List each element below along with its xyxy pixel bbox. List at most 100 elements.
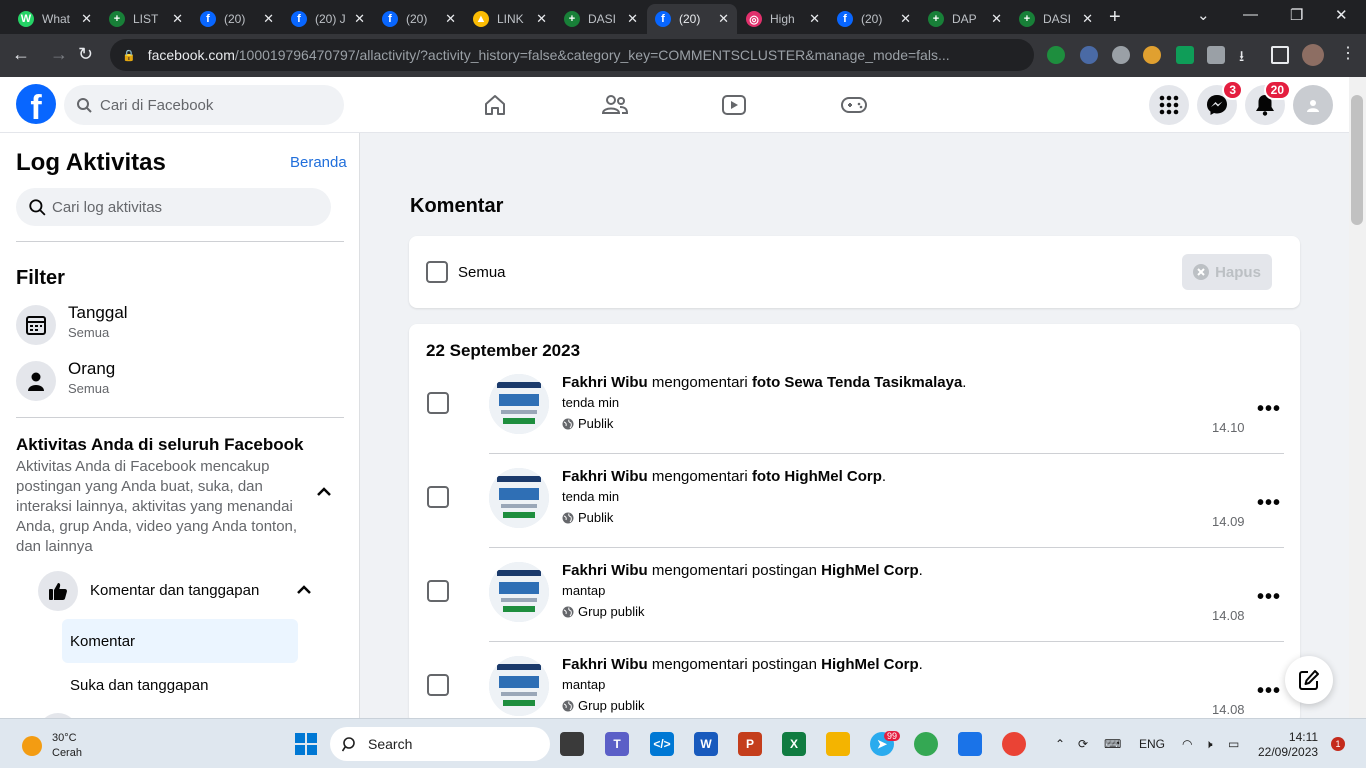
activity-checkbox[interactable] — [427, 674, 449, 696]
new-tab-button[interactable]: + — [1109, 6, 1121, 29]
tab-close-icon[interactable]: ✕ — [900, 11, 911, 27]
back-button[interactable]: ← — [12, 44, 30, 65]
file-explorer-icon[interactable] — [826, 732, 850, 756]
more-options-icon[interactable]: ••• — [1257, 586, 1281, 609]
keyboard-icon[interactable]: ⌨ — [1104, 737, 1121, 751]
tab-search-chevron-icon[interactable]: ⌄ — [1197, 6, 1210, 24]
tab-close-icon[interactable]: ✕ — [354, 11, 365, 27]
sub-item-comments[interactable]: Komentar — [62, 619, 298, 663]
tab-close-icon[interactable]: ✕ — [172, 11, 183, 27]
tab-close-icon[interactable]: ✕ — [81, 11, 92, 27]
home-link[interactable]: Beranda — [290, 154, 347, 171]
teams-icon[interactable]: T — [605, 732, 629, 756]
gaming-nav-icon[interactable] — [834, 89, 874, 121]
sub-item-likes-reactions[interactable]: Suka dan tanggapan — [62, 663, 298, 707]
notifications-button[interactable]: 20 — [1245, 80, 1291, 125]
close-window-button[interactable]: ✕ — [1335, 6, 1348, 24]
chevron-up-icon[interactable] — [296, 583, 312, 601]
tab-close-icon[interactable]: ✕ — [809, 11, 820, 27]
side-panel-icon[interactable] — [1271, 46, 1289, 64]
notification-count[interactable]: 1 — [1331, 737, 1345, 751]
vscode-icon[interactable]: </> — [650, 732, 674, 756]
page-scrollbar[interactable] — [1349, 77, 1366, 718]
tab-close-icon[interactable]: ✕ — [445, 11, 456, 27]
activity-search-input[interactable]: Cari log aktivitas — [16, 188, 331, 226]
messenger-button[interactable]: 3 — [1197, 80, 1243, 125]
activity-checkbox[interactable] — [427, 486, 449, 508]
wifi-icon[interactable]: ◠ — [1182, 737, 1192, 751]
chrome-profile-icon[interactable] — [914, 732, 938, 756]
minimize-button[interactable]: — — [1243, 6, 1258, 23]
activity-thumbnail[interactable] — [489, 468, 549, 528]
extensions-puzzle-icon[interactable] — [1207, 46, 1225, 64]
activity-thumbnail[interactable] — [489, 562, 549, 622]
restore-button[interactable]: ❐ — [1290, 6, 1303, 24]
tab-close-icon[interactable]: ✕ — [991, 11, 1002, 27]
battery-icon[interactable]: ▭ — [1228, 737, 1239, 751]
browser-tab[interactable]: f (20) J ✕ — [283, 4, 373, 34]
chevron-up-icon[interactable] — [316, 485, 332, 503]
browser-tab[interactable]: W What ✕ — [10, 4, 100, 34]
browser-tab[interactable]: ◎ High ✕ — [738, 4, 828, 34]
download-icon[interactable]: ⭳ — [1239, 46, 1257, 65]
menu-grid-button[interactable] — [1149, 85, 1189, 125]
browser-tab[interactable]: + DASI ✕ — [556, 4, 646, 34]
browser-tab[interactable]: + DAP ✕ — [920, 4, 1010, 34]
address-bar[interactable]: 🔒 facebook.com /100019796470797/allactiv… — [110, 39, 1034, 71]
activity-summary[interactable]: Fakhri Wibu mengomentari foto Sewa Tenda… — [562, 374, 966, 391]
browser-tab[interactable]: + DASI ✕ — [1011, 4, 1101, 34]
browser-tab[interactable]: + LIST ✕ — [101, 4, 191, 34]
activity-summary[interactable]: Fakhri Wibu mengomentari postingan HighM… — [562, 656, 923, 673]
start-button[interactable] — [294, 732, 318, 756]
reload-button[interactable]: ↻ — [78, 44, 93, 65]
extension-icon[interactable] — [1047, 46, 1065, 64]
taskbar-search[interactable]: Search — [330, 727, 550, 761]
system-clock[interactable]: 14:11 22/09/2023 — [1258, 730, 1318, 760]
delete-button[interactable]: Hapus — [1182, 254, 1272, 290]
tab-close-icon[interactable]: ✕ — [718, 11, 729, 27]
activity-summary[interactable]: Fakhri Wibu mengomentari postingan HighM… — [562, 562, 923, 579]
facebook-search-input[interactable]: Cari di Facebook — [64, 85, 344, 125]
filter-person[interactable]: Orang Semua — [16, 359, 346, 403]
browser-tab[interactable]: f (20) ✕ — [374, 4, 464, 34]
app-icon[interactable] — [958, 732, 982, 756]
activity-summary[interactable]: Fakhri Wibu mengomentari foto HighMel Co… — [562, 468, 886, 485]
video-nav-icon[interactable] — [714, 89, 754, 121]
chevron-up-icon[interactable]: ⌃ — [1055, 737, 1065, 751]
browser-tab[interactable]: f (20) ✕ — [829, 4, 919, 34]
more-options-icon[interactable]: ••• — [1257, 680, 1281, 703]
select-all-checkbox[interactable] — [426, 261, 448, 283]
browser-tab[interactable]: f (20) ✕ — [647, 4, 737, 34]
more-options-icon[interactable]: ••• — [1257, 492, 1281, 515]
activity-checkbox[interactable] — [427, 392, 449, 414]
tab-close-icon[interactable]: ✕ — [1082, 11, 1093, 27]
activity-checkbox[interactable] — [427, 580, 449, 602]
more-options-icon[interactable]: ••• — [1257, 398, 1281, 421]
task-view-icon[interactable] — [560, 732, 584, 756]
extension-icon[interactable] — [1143, 46, 1161, 64]
tab-close-icon[interactable]: ✕ — [263, 11, 274, 27]
sync-icon[interactable]: ⟳ — [1078, 737, 1088, 751]
browser-tab[interactable]: f (20) ✕ — [192, 4, 282, 34]
word-icon[interactable]: W — [694, 732, 718, 756]
scrollbar-thumb[interactable] — [1351, 95, 1363, 225]
excel-icon[interactable]: X — [782, 732, 806, 756]
forward-button[interactable]: → — [50, 44, 68, 65]
activity-thumbnail[interactable] — [489, 374, 549, 434]
globe-icon[interactable] — [1112, 46, 1130, 64]
account-avatar[interactable] — [1293, 85, 1333, 125]
facebook-logo[interactable]: f — [16, 84, 56, 124]
tab-close-icon[interactable]: ✕ — [536, 11, 547, 27]
chrome-icon[interactable] — [1002, 732, 1026, 756]
extension-icon[interactable] — [1080, 46, 1098, 64]
language-indicator[interactable]: ENG — [1139, 737, 1165, 751]
new-post-button[interactable] — [1285, 656, 1333, 704]
powerpoint-icon[interactable]: P — [738, 732, 762, 756]
tab-close-icon[interactable]: ✕ — [627, 11, 638, 27]
activity-thumbnail[interactable] — [489, 656, 549, 716]
friends-nav-icon[interactable] — [595, 89, 635, 121]
volume-icon[interactable]: 🕨 — [1205, 737, 1213, 752]
home-nav-icon[interactable] — [475, 89, 515, 121]
browser-tab[interactable]: ▲ LINK ✕ — [465, 4, 555, 34]
extension-icon[interactable] — [1176, 46, 1194, 64]
